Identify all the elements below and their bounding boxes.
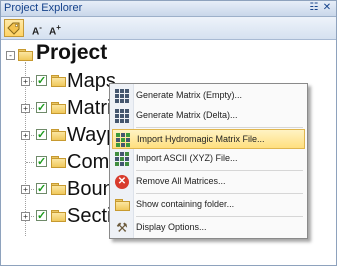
increase-font-sup: + (56, 23, 61, 32)
tree-checkbox[interactable]: ✓ (36, 210, 47, 222)
tree-node-matrices[interactable]: Matri (67, 97, 111, 120)
folder-icon (51, 156, 66, 168)
tree-expander[interactable]: + (21, 131, 30, 140)
remove-icon: ✕ (115, 175, 129, 189)
menu-item-label: Display Options... (136, 222, 207, 232)
context-menu: Generate Matrix (Empty)... Generate Matr… (109, 83, 308, 239)
tree-checkbox[interactable]: ✓ (36, 102, 47, 114)
folder-icon (51, 75, 66, 87)
folder-icon (51, 129, 66, 141)
tag-tool-button[interactable] (4, 19, 24, 37)
menu-item-import-hydromagic[interactable]: Import Hydromagic Matrix File... (112, 129, 305, 149)
close-icon[interactable]: ✕ (321, 2, 333, 14)
menu-item-generate-empty[interactable]: Generate Matrix (Empty)... (112, 86, 305, 106)
panel-title: Project Explorer (4, 2, 83, 14)
root-folder-icon (18, 49, 33, 61)
panel-titlebar: Project Explorer ☷ ✕ (1, 1, 336, 17)
tree-expander[interactable]: + (21, 77, 30, 86)
menu-separator (136, 170, 303, 171)
tag-icon (7, 22, 20, 35)
folder-icon (51, 183, 66, 195)
menu-item-label: Remove All Matrices... (136, 176, 226, 186)
menu-item-display-options[interactable]: ⚒ Display Options... (112, 218, 305, 238)
menu-separator (136, 216, 303, 217)
menu-item-import-ascii[interactable]: Import ASCII (XYZ) File... (112, 149, 305, 169)
project-explorer-panel: Project Explorer ☷ ✕ A- A+ - Project + ✓… (0, 0, 337, 266)
tree-expander[interactable]: + (21, 104, 30, 113)
panel-toolbar: A- A+ (1, 17, 336, 40)
menu-item-label: Import Hydromagic Matrix File... (137, 134, 265, 144)
folder-icon (51, 210, 66, 222)
tree-expander[interactable]: + (21, 185, 30, 194)
tools-icon: ⚒ (116, 220, 128, 235)
menu-separator (136, 127, 303, 128)
pin-icon[interactable]: ☷ (308, 2, 320, 14)
matrix-grid-icon (115, 109, 129, 123)
increase-font-button[interactable]: A+ (47, 19, 63, 37)
decrease-font-sup: - (39, 23, 42, 32)
menu-item-label: Generate Matrix (Empty)... (136, 90, 243, 100)
menu-item-generate-delta[interactable]: Generate Matrix (Delta)... (112, 106, 305, 126)
tree-guide-line (25, 62, 26, 236)
root-expander[interactable]: - (6, 51, 15, 60)
tree-node-sections[interactable]: Secti (67, 205, 111, 228)
ascii-import-icon (115, 152, 129, 166)
folder-icon (115, 199, 130, 213)
folder-icon (51, 102, 66, 114)
menu-item-label: Show containing folder... (136, 199, 235, 209)
menu-separator (136, 193, 303, 194)
menu-item-show-folder[interactable]: Show containing folder... (112, 195, 305, 215)
menu-item-remove-all[interactable]: ✕ Remove All Matrices... (112, 172, 305, 192)
tree-checkbox[interactable]: ✓ (36, 156, 47, 168)
tree-checkbox[interactable]: ✓ (36, 75, 47, 87)
tree-checkbox[interactable]: ✓ (36, 129, 47, 141)
menu-item-label: Import ASCII (XYZ) File... (136, 153, 238, 163)
tree-expander[interactable]: + (21, 212, 30, 221)
matrix-import-icon (116, 133, 130, 147)
matrix-grid-icon (115, 89, 129, 103)
tree-root-label[interactable]: Project (36, 41, 107, 65)
menu-item-label: Generate Matrix (Delta)... (136, 110, 238, 120)
tree-node-comments[interactable]: Com (67, 151, 109, 174)
decrease-font-button[interactable]: A- (29, 19, 45, 37)
tree-checkbox[interactable]: ✓ (36, 183, 47, 195)
tree-node-boundaries[interactable]: Boun (67, 178, 114, 201)
